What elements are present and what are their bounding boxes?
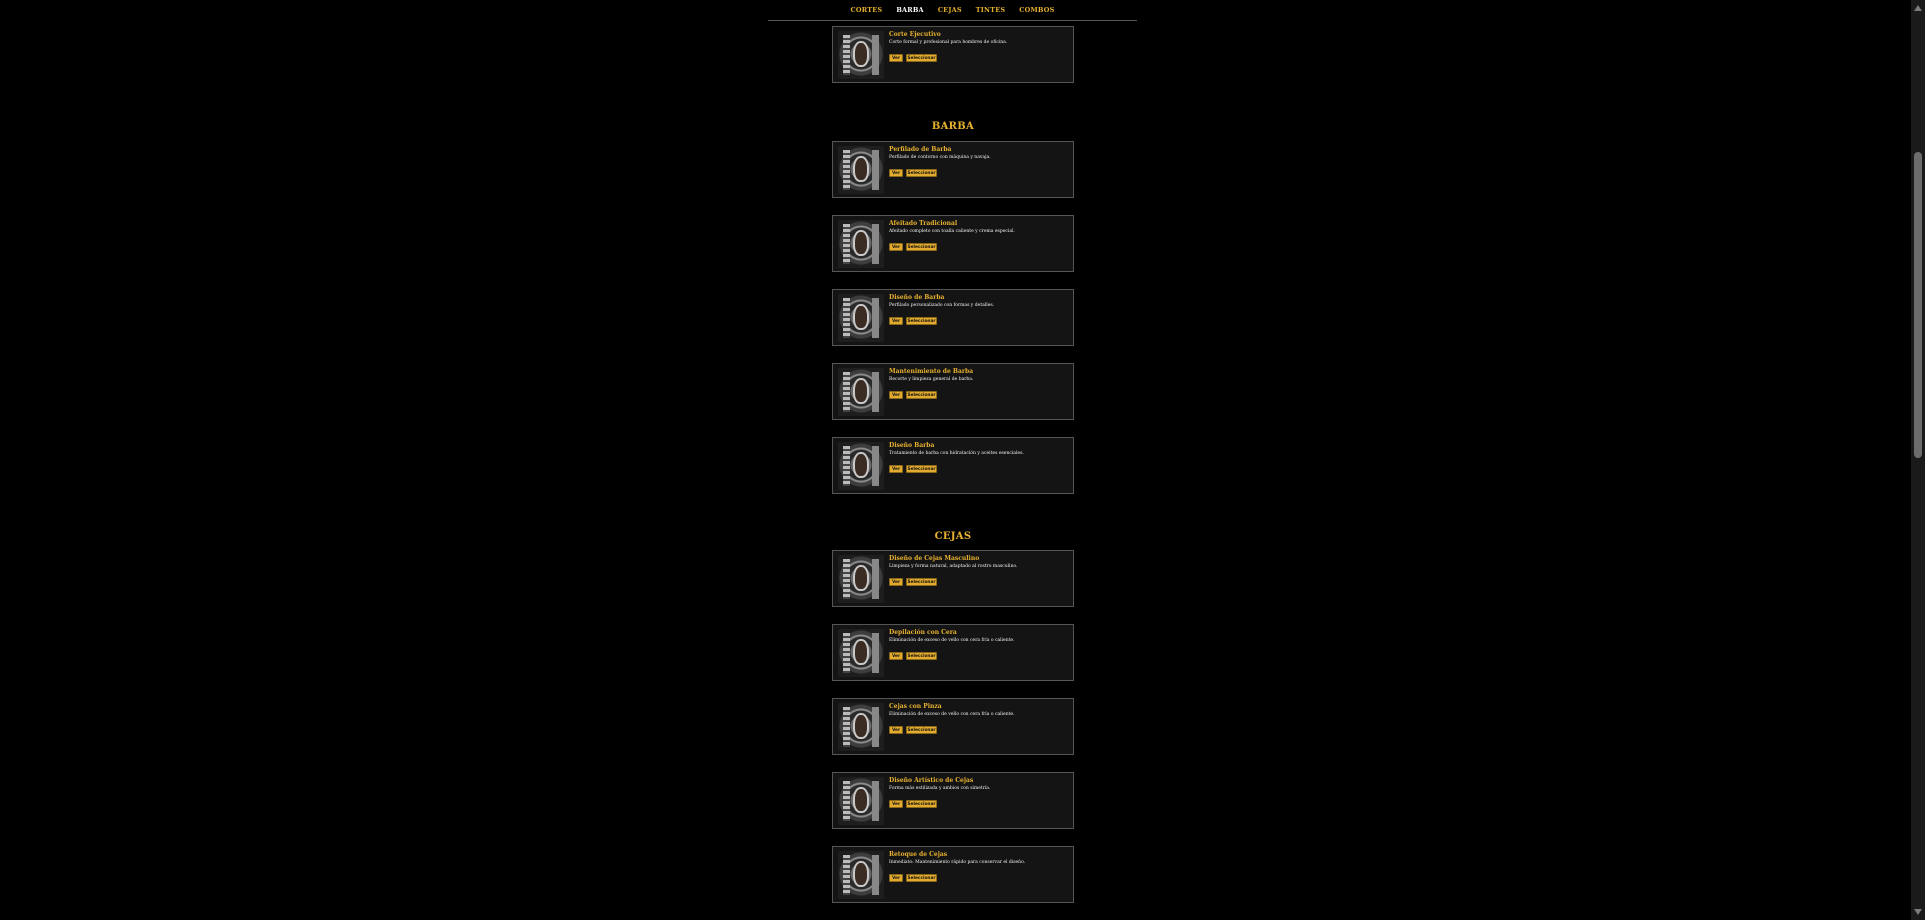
- nav-combos[interactable]: COMBOS: [1019, 6, 1054, 14]
- select-button[interactable]: Seleccionar: [906, 169, 937, 177]
- service-description: Corte formal y profesional para hombres …: [889, 40, 1008, 45]
- view-button[interactable]: Ver: [889, 578, 903, 586]
- view-button[interactable]: Ver: [889, 317, 903, 325]
- view-button[interactable]: Ver: [889, 800, 903, 808]
- service-description: Recorte y limpieza general de barba.: [889, 377, 974, 382]
- select-button[interactable]: Seleccionar: [906, 465, 937, 473]
- service-card: Perfilado de Barba Perfilado de contorno…: [832, 141, 1074, 198]
- service-card: Depilación con Cera Eliminación de exces…: [832, 624, 1074, 681]
- select-button[interactable]: Seleccionar: [906, 652, 937, 660]
- view-button[interactable]: Ver: [889, 652, 903, 660]
- select-button[interactable]: Seleccionar: [906, 800, 937, 808]
- barber-logo-image: [838, 31, 884, 79]
- service-name: Cejas con Pinza: [889, 703, 942, 710]
- category-nav: CORTES BARBA CEJAS TINTES COMBOS: [768, 0, 1137, 21]
- service-description: Eliminación de exceso de vello con cera …: [889, 638, 1015, 643]
- scroll-down-icon[interactable]: [1914, 909, 1922, 915]
- barber-logo-image: [838, 368, 884, 416]
- service-description: Tratamiento de barba con hidratación y a…: [889, 451, 1024, 456]
- barber-logo-image: [838, 146, 884, 194]
- barber-logo-image: [838, 629, 884, 677]
- barber-logo-image: [838, 851, 884, 899]
- barber-logo-image: [838, 703, 884, 751]
- service-description: Inmediato: Mantenimiento rápido para con…: [889, 860, 1026, 865]
- service-description: Perfilado personalizado con formas y det…: [889, 303, 995, 308]
- view-button[interactable]: Ver: [889, 874, 903, 882]
- nav-cejas[interactable]: CEJAS: [938, 6, 962, 14]
- select-button[interactable]: Seleccionar: [906, 874, 937, 882]
- service-name: Depilación con Cera: [889, 629, 957, 636]
- service-description: Limpieza y forma natural, adaptado al ro…: [889, 564, 1018, 569]
- nav-cortes[interactable]: CORTES: [851, 6, 883, 14]
- service-card: Diseño de Barba Perfilado personalizado …: [832, 289, 1074, 346]
- service-name: Perfilado de Barba: [889, 146, 952, 153]
- view-button[interactable]: Ver: [889, 54, 903, 62]
- service-name: Mantenimiento de Barba: [889, 368, 974, 375]
- barber-logo-image: [838, 555, 884, 603]
- service-name: Diseño de Barba: [889, 294, 945, 301]
- service-name: Afeitado Tradicional: [889, 220, 958, 227]
- select-button[interactable]: Seleccionar: [906, 391, 937, 399]
- scrollbar-thumb[interactable]: [1914, 152, 1922, 458]
- service-card: Mantenimiento de Barba Recorte y limpiez…: [832, 363, 1074, 420]
- service-card: Diseño Artístico de Cejas Forma más esti…: [832, 772, 1074, 829]
- select-button[interactable]: Seleccionar: [906, 726, 937, 734]
- service-name: Corte Ejecutivo: [889, 31, 941, 38]
- nav-barba[interactable]: BARBA: [896, 6, 923, 14]
- barber-logo-image: [838, 294, 884, 342]
- select-button[interactable]: Seleccionar: [906, 578, 937, 586]
- service-card: Corte Ejecutivo Corte formal y profesion…: [832, 26, 1074, 83]
- service-card: Retoque de Cejas Inmediato: Mantenimient…: [832, 846, 1074, 903]
- barber-logo-image: [838, 442, 884, 490]
- view-button[interactable]: Ver: [889, 726, 903, 734]
- select-button[interactable]: Seleccionar: [906, 54, 937, 62]
- view-button[interactable]: Ver: [889, 243, 903, 251]
- service-description: Perfilado de contorno con máquina y nava…: [889, 155, 991, 160]
- service-name: Diseño Barba: [889, 442, 935, 449]
- service-card: Diseño de Cejas Masculino Limpieza y for…: [832, 550, 1074, 607]
- service-card: Cejas con Pinza Eliminación de exceso de…: [832, 698, 1074, 755]
- service-card: Diseño Barba Tratamiento de barba con hi…: [832, 437, 1074, 494]
- select-button[interactable]: Seleccionar: [906, 317, 937, 325]
- view-button[interactable]: Ver: [889, 391, 903, 399]
- service-name: Diseño Artístico de Cejas: [889, 777, 974, 784]
- service-description: Afeitado completo con toalla caliente y …: [889, 229, 1015, 234]
- page-scrollbar[interactable]: [1911, 0, 1925, 920]
- nav-tintes[interactable]: TINTES: [976, 6, 1006, 14]
- service-name: Retoque de Cejas: [889, 851, 948, 858]
- barber-logo-image: [838, 777, 884, 825]
- service-description: Eliminación de exceso de vello con cera …: [889, 712, 1015, 717]
- section-title-barba: BARBA: [931, 121, 975, 132]
- service-card: Afeitado Tradicional Afeitado completo c…: [832, 215, 1074, 272]
- scroll-up-icon[interactable]: [1914, 5, 1922, 11]
- service-description: Forma más estilizada y ambios con simetr…: [889, 786, 991, 791]
- service-name: Diseño de Cejas Masculino: [889, 555, 980, 562]
- section-title-cejas: CEJAS: [934, 531, 972, 542]
- select-button[interactable]: Seleccionar: [906, 243, 937, 251]
- view-button[interactable]: Ver: [889, 169, 903, 177]
- barber-logo-image: [838, 220, 884, 268]
- view-button[interactable]: Ver: [889, 465, 903, 473]
